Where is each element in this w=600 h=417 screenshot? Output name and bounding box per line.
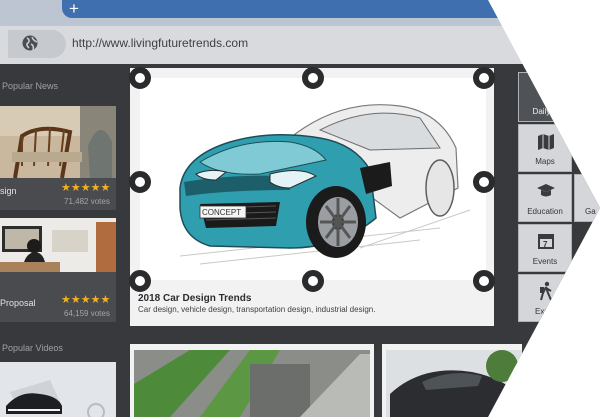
feature-title: 2018 Car Design Trends (138, 293, 252, 304)
tile-explore-label: Explo (534, 307, 555, 316)
license-plate-text: CONCEPT (202, 208, 241, 217)
video-image-car (386, 350, 522, 417)
tile-explore[interactable]: Explo (518, 274, 572, 322)
news-card-1-rating: ★★★★★ (61, 182, 111, 194)
feature-image: CONCEPT (140, 78, 486, 280)
resize-handle-middle-right[interactable] (473, 171, 495, 193)
site-info-button[interactable] (8, 30, 66, 58)
new-tab-button[interactable]: + (63, 0, 85, 18)
hiker-icon (540, 281, 552, 301)
popular-videos-title: Popular Videos (2, 343, 63, 353)
resize-handle-top-left[interactable] (129, 67, 151, 89)
resize-handle-bottom-left[interactable] (129, 270, 151, 292)
news-card-1-label: sign (0, 186, 17, 196)
resize-handle-bottom-right[interactable] (473, 270, 495, 292)
video-thumb-car[interactable] (382, 344, 522, 417)
tile-maps[interactable]: Maps (518, 124, 572, 172)
tile-daily[interactable]: Daily F (518, 72, 572, 122)
news-card-1-votes: 71,482 votes (64, 197, 110, 206)
popular-news-title: Popular News (2, 81, 59, 91)
resize-handle-bottom-center[interactable] (302, 270, 324, 292)
tile-events-label: Events (532, 257, 558, 266)
video-image-sneaker (0, 362, 116, 417)
news-card-2-label: Proposal (0, 298, 36, 308)
svg-text:7: 7 (543, 240, 548, 249)
video-thumb-sneaker[interactable] (0, 362, 116, 417)
calendar-icon: 7 (538, 234, 554, 249)
map-icon (538, 134, 554, 150)
news-image-chair (0, 106, 116, 178)
feature-subtitle: Car design, vehicle design, transportati… (138, 305, 376, 314)
video-thumb-building[interactable] (130, 344, 374, 417)
graduation-cap-icon (537, 184, 555, 197)
url-field[interactable]: http://www.livingfuturetrends.com (72, 36, 248, 50)
news-image-office (0, 218, 116, 272)
tile-education-label: Education (527, 207, 563, 216)
tile-education[interactable]: Education (518, 174, 572, 222)
resize-handle-top-right[interactable] (473, 67, 495, 89)
resize-handle-middle-left[interactable] (129, 171, 151, 193)
browser-tab[interactable] (62, 0, 600, 18)
tile-daily-label: Daily F (532, 107, 558, 116)
news-card-1[interactable]: sign ★★★★★ 71,482 votes (0, 106, 116, 210)
tile-events[interactable]: 7 Events (518, 224, 572, 272)
video-image-building (134, 350, 370, 417)
car-sketch-image: CONCEPT (140, 78, 486, 280)
news-card-2-rating: ★★★★★ (61, 294, 111, 306)
daily-icon (541, 85, 551, 95)
news-card-2[interactable]: Proposal ★★★★★ 64,159 votes (0, 218, 116, 322)
news-card-2-votes: 64,159 votes (64, 309, 110, 318)
screen-stage: + http://www.livingfuturetrends.com Popu… (0, 0, 600, 417)
resize-handle-top-center[interactable] (302, 67, 324, 89)
tile-games[interactable]: Ga (574, 174, 600, 222)
globe-icon (22, 35, 38, 51)
tile-games-label: Ga (585, 207, 596, 216)
tile-maps-label: Maps (535, 157, 555, 166)
